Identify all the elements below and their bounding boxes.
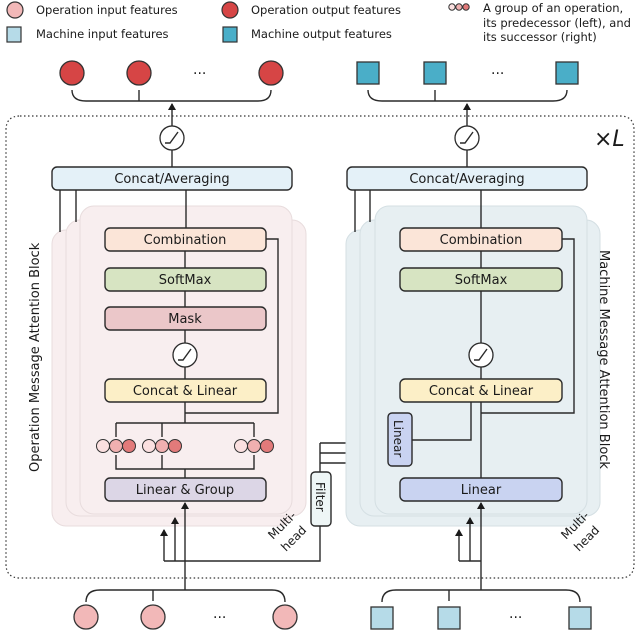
right-linear-label: Linear (461, 483, 502, 498)
legend-mach-output: Machine output features (251, 27, 392, 41)
right-inner-activation-icon (468, 342, 494, 368)
ellipsis: ··· (509, 610, 522, 626)
legend-op-output: Operation output features (251, 3, 401, 17)
legend: Operation input features Operation outpu… (6, 1, 631, 44)
left-block-title: Operation Message Attention Block (28, 242, 43, 472)
mach-input-node (437, 606, 461, 630)
mach-output-brace (367, 89, 568, 102)
mach-output-nodes: ··· (356, 61, 579, 102)
ellipsis: ··· (213, 610, 226, 626)
op-output-brace (71, 89, 272, 102)
op-output-legend-icon (221, 1, 239, 19)
legend-group-line1: A group of an operation, (483, 1, 623, 15)
mach-output-node (356, 61, 380, 85)
op-input-node (140, 604, 166, 630)
mach-input-brace (381, 589, 581, 603)
left-inner-activation-icon (172, 342, 198, 368)
left-combination-label: Combination (144, 233, 227, 248)
legend-op-input: Operation input features (36, 3, 178, 17)
group-legend-icon (448, 3, 470, 11)
right-linear-small-label: Linear (391, 420, 405, 457)
right-activation-icon (454, 125, 480, 151)
repeat-label: ×L (594, 127, 625, 152)
left-mask-label: Mask (168, 312, 202, 327)
op-input-node (272, 604, 298, 630)
right-concat-linear-label: Concat & Linear (429, 384, 534, 399)
legend-mach-input: Machine input features (36, 27, 169, 41)
op-input-legend-icon (6, 1, 24, 19)
architecture-diagram: Operation input features Operation outpu… (5, 1, 635, 630)
right-concat-avg-label: Concat/Averaging (409, 172, 524, 187)
op-output-node (126, 60, 152, 86)
mach-input-node (370, 606, 394, 630)
op-output-nodes: ··· (59, 60, 284, 102)
legend-group-line2: its predecessor (left), and (483, 16, 631, 30)
mach-input-nodes: ··· (370, 589, 592, 630)
right-softmax-label: SoftMax (455, 273, 508, 288)
op-input-nodes: ··· (73, 589, 298, 630)
left-softmax-label: SoftMax (159, 273, 212, 288)
mach-output-legend-icon (222, 26, 238, 43)
right-combination-label: Combination (440, 233, 523, 248)
left-activation-icon (159, 125, 185, 151)
legend-group-line3: its successor (right) (483, 30, 597, 44)
mach-input-legend-icon (6, 26, 22, 43)
ellipsis: ··· (193, 66, 206, 82)
left-linear-group-label: Linear & Group (136, 483, 234, 498)
right-block-title: Machine Message Attention Block (596, 250, 611, 469)
operation-attention-block: Concat/Averaging Combination SoftMax Mas… (28, 103, 309, 554)
mach-input-node (568, 606, 592, 630)
mach-output-node (423, 61, 447, 85)
op-input-node (73, 604, 99, 630)
machine-attention-block: Concat/Averaging Combination SoftMax Con… (345, 103, 611, 554)
left-concat-avg-label: Concat/Averaging (114, 172, 229, 187)
op-input-brace (85, 589, 286, 603)
filter-label: Filter (313, 482, 327, 512)
ellipsis: ··· (491, 66, 504, 82)
op-output-node (258, 60, 284, 86)
mach-output-node (555, 61, 579, 85)
op-output-node (59, 60, 85, 86)
left-concat-linear-label: Concat & Linear (133, 384, 238, 399)
